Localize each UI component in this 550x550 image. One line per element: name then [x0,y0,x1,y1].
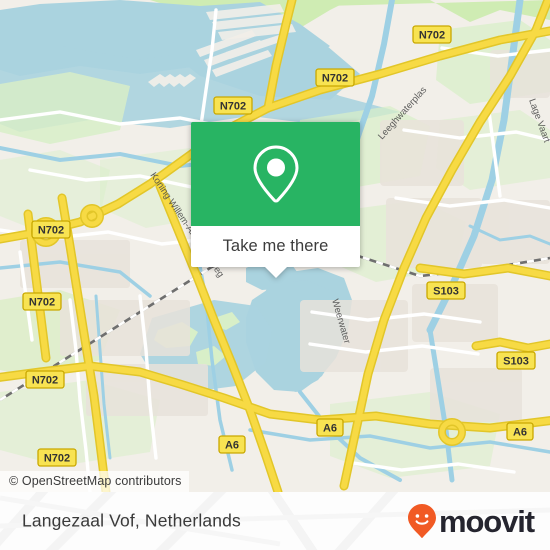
road-shield-label: A6 [225,440,239,452]
road-shield-label: N702 [38,225,64,237]
road-shield: N702 [22,292,62,311]
road-shield: A6 [316,418,344,437]
road-shield-label: A6 [513,427,527,439]
road-shield: S103 [426,281,466,300]
popup-tail [263,266,288,278]
place-title: Langezaal Vof, Netherlands [22,510,241,531]
road-shield-label: N702 [44,453,70,465]
footer-bar: Langezaal Vof, Netherlands moovit [0,492,550,550]
road-shield-label: S103 [433,286,459,298]
road-shield-label: N702 [322,73,348,85]
moovit-smiley-pin-icon [407,504,436,538]
road-shield: A6 [506,422,534,441]
road-shield: N702 [213,96,253,115]
road-shield: N702 [37,448,77,467]
road-shield: N702 [315,68,355,87]
road-shield-label: N702 [29,297,55,309]
road-shield-label: N702 [419,30,445,42]
road-shield: S103 [496,351,536,370]
popup-action-panel[interactable]: Take me there [191,226,360,278]
moovit-wordmark: moovit [438,503,535,539]
popup-icon-panel [191,122,360,226]
moovit-logo[interactable]: moovit [407,503,535,539]
road-shield-label: S103 [503,356,529,368]
take-me-there-label: Take me there [222,237,329,255]
road-shield: N702 [412,25,452,44]
map-pin-icon [252,145,299,203]
destination-popup[interactable]: Take me there [191,122,360,278]
map-attribution[interactable]: © OpenStreetMap contributors [0,471,189,492]
road-shield-label: A6 [323,423,337,435]
road-shield: N702 [25,370,65,389]
road-shield: N702 [31,220,71,239]
map-screenshot: Koning Willem-Alexanderweg Leeghwaterplas… [0,0,550,550]
road-shield-label: N702 [220,101,246,113]
road-shield: A6 [218,435,246,454]
road-shield-label: N702 [32,375,58,387]
